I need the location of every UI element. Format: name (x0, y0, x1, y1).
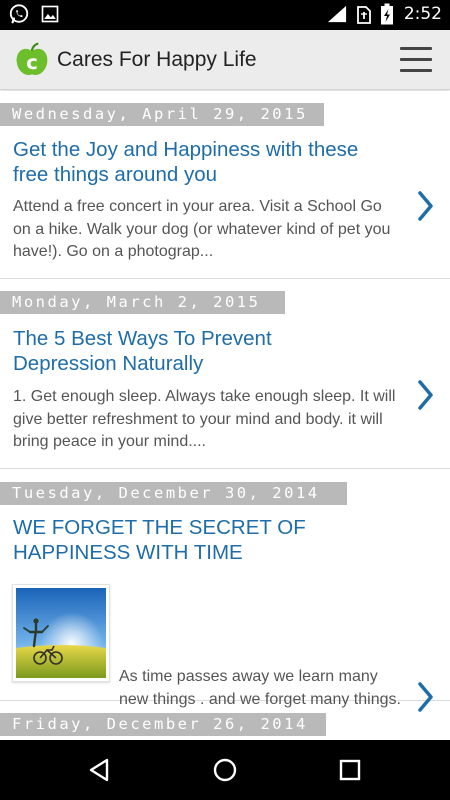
post-excerpt: 1. Get enough sleep. Always take enough … (13, 388, 396, 450)
chevron-right-icon[interactable] (415, 379, 437, 411)
post-date: Monday, March 2, 2015 (0, 291, 285, 314)
hamburger-line (400, 58, 432, 61)
home-circle-icon[interactable] (209, 754, 241, 786)
post-date: Friday, December 26, 2014 (0, 713, 326, 736)
post-item[interactable]: Tuesday, December 30, 2014 WE FORGET THE… (0, 469, 450, 730)
app-title: Cares For Happy Life (57, 48, 257, 71)
status-bar-system: 2:52 (326, 3, 442, 25)
post-title-link[interactable]: Get the Joy and Happiness with these fre… (13, 137, 373, 187)
navigation-bar (0, 740, 450, 800)
sim-icon (356, 6, 371, 24)
post-thumbnail[interactable] (12, 584, 110, 682)
apple-c-logo-icon[interactable]: c (14, 42, 50, 78)
post-excerpt: Attend a free concert in your area. Visi… (13, 198, 391, 260)
back-triangle-icon[interactable] (84, 754, 116, 786)
post-feed[interactable]: Wednesday, April 29, 2015 Get the Joy an… (0, 91, 450, 740)
post-title-link[interactable]: The 5 Best Ways To Prevent Depression Na… (13, 326, 373, 376)
svg-text:c: c (26, 51, 38, 74)
post-date: Tuesday, December 30, 2014 (0, 482, 347, 505)
status-bar: 2:52 (0, 0, 450, 30)
post-item[interactable]: Wednesday, April 29, 2015 Get the Joy an… (0, 91, 450, 279)
post-title-link[interactable]: WE FORGET THE SECRET OF HAPPINESS WITH T… (13, 515, 373, 565)
battery-charging-icon (380, 3, 393, 25)
hamburger-line (400, 69, 432, 72)
chevron-right-icon[interactable] (415, 190, 437, 222)
post-item[interactable]: Friday, December 26, 2014 (0, 701, 450, 740)
status-bar-notifications (8, 3, 60, 25)
person-with-bicycle-in-field-image (16, 588, 106, 678)
hamburger-menu-button[interactable] (400, 45, 432, 75)
whatsapp-icon (9, 4, 29, 24)
signal-icon (327, 5, 346, 23)
hamburger-menu-icon (400, 47, 432, 50)
app-bar: c Cares For Happy Life (0, 30, 450, 90)
post-item[interactable]: Monday, March 2, 2015 The 5 Best Ways To… (0, 279, 450, 469)
image-icon (41, 5, 59, 23)
post-date: Wednesday, April 29, 2015 (0, 103, 324, 126)
recents-square-icon[interactable] (334, 754, 366, 786)
status-time: 2:52 (403, 4, 442, 24)
